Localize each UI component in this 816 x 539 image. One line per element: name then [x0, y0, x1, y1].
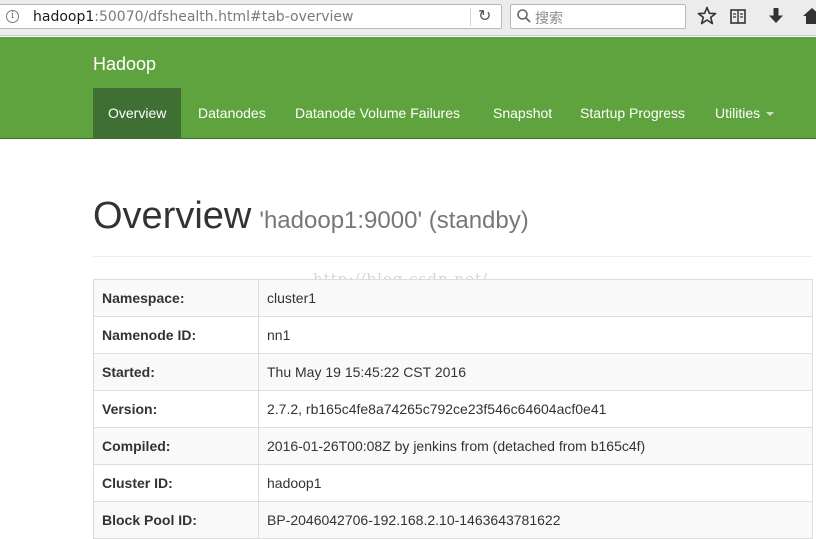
search-input[interactable]: 搜索	[510, 4, 686, 29]
page-subtitle: 'hadoop1:9000' (standby)	[259, 207, 529, 234]
tab-datanodes[interactable]: Datanodes	[183, 88, 281, 139]
row-key: Block Pool ID:	[93, 501, 259, 539]
overview-table: Namespace: cluster1 Namenode ID: nn1 Sta…	[93, 279, 813, 539]
caret-down-icon	[766, 112, 775, 117]
info-icon[interactable]: i	[6, 10, 19, 23]
reading-list-icon[interactable]	[727, 5, 749, 27]
row-value: 2.7.2, rb165c4fe8a74265c792ce23f546c6460…	[258, 390, 813, 428]
url-divider	[470, 8, 471, 26]
tab-snapshot[interactable]: Snapshot	[478, 88, 567, 139]
table-row: Compiled: 2016-01-26T00:08Z by jenkins f…	[93, 427, 813, 465]
row-value: nn1	[258, 316, 813, 354]
row-key: Cluster ID:	[93, 464, 259, 502]
page-title: Overview 'hadoop1:9000' (standby)	[93, 195, 529, 238]
search-icon	[517, 9, 531, 23]
bookmark-star-icon[interactable]	[696, 5, 718, 27]
table-row: Cluster ID: hadoop1	[93, 464, 813, 502]
navbar: Hadoop Overview Datanodes Datanode Volum…	[0, 37, 816, 139]
row-value: 2016-01-26T00:08Z by jenkins from (detac…	[258, 427, 813, 465]
reload-icon[interactable]: ↻	[478, 6, 491, 25]
row-value: BP-2046042706-192.168.2.10-1463643781622	[258, 501, 813, 539]
address-bar[interactable]: i hadoop1:50070/dfshealth.html#tab-overv…	[0, 4, 502, 29]
row-key: Started:	[93, 353, 259, 391]
browser-toolbar: i hadoop1:50070/dfshealth.html#tab-overv…	[0, 0, 816, 36]
table-row: Namespace: cluster1	[93, 279, 813, 317]
table-row: Block Pool ID: BP-2046042706-192.168.2.1…	[93, 501, 813, 539]
table-row: Version: 2.7.2, rb165c4fe8a74265c792ce23…	[93, 390, 813, 428]
home-icon[interactable]	[801, 5, 816, 27]
url-text[interactable]: hadoop1:50070/dfshealth.html#tab-overvie…	[33, 9, 353, 25]
row-key: Namespace:	[93, 279, 259, 317]
table-row: Started: Thu May 19 15:45:22 CST 2016	[93, 353, 813, 391]
url-host: hadoop1	[33, 9, 95, 25]
tab-overview[interactable]: Overview	[93, 88, 182, 139]
download-icon[interactable]	[765, 5, 787, 27]
url-path: :50070/dfshealth.html#tab-overview	[94, 9, 354, 25]
row-key: Version:	[93, 390, 259, 428]
tab-utilities-label: Utilities	[715, 105, 761, 121]
row-value: Thu May 19 15:45:22 CST 2016	[258, 353, 813, 391]
row-key: Compiled:	[93, 427, 259, 465]
table-row: Namenode ID: nn1	[93, 316, 813, 354]
tab-startup-progress[interactable]: Startup Progress	[565, 88, 700, 139]
page-title-text: Overview	[93, 195, 252, 237]
page-header: Overview 'hadoop1:9000' (standby)	[93, 195, 813, 257]
brand-title[interactable]: Hadoop	[93, 54, 156, 75]
row-value: cluster1	[258, 279, 813, 317]
row-key: Namenode ID:	[93, 316, 259, 354]
search-placeholder: 搜索	[535, 11, 563, 27]
tab-datanode-volume-failures[interactable]: Datanode Volume Failures	[280, 88, 475, 139]
tab-utilities-dropdown[interactable]: Utilities	[700, 88, 789, 139]
row-value: hadoop1	[258, 464, 813, 502]
